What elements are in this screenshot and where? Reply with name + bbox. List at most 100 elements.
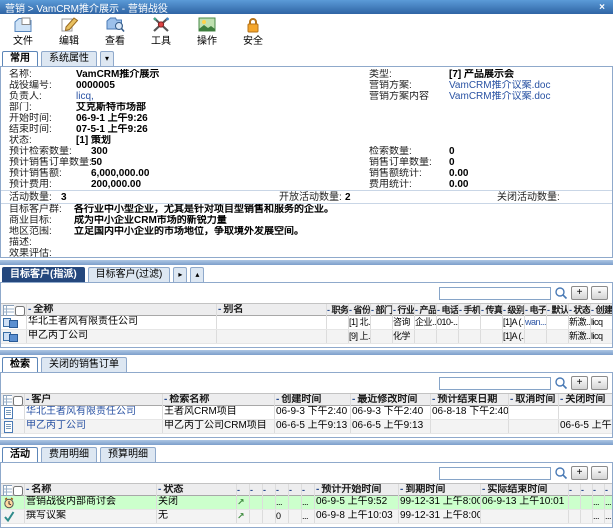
- table-row[interactable]: 营销战役内部商讨会关闭↗......06-9-5 上午9:5299-12-31 …: [1, 496, 612, 510]
- remove-button[interactable]: -: [591, 376, 608, 390]
- search-icon[interactable]: [554, 376, 568, 390]
- scroll-right-icon[interactable]: ▸: [173, 267, 187, 282]
- add-button[interactable]: +: [571, 376, 588, 390]
- field-label: 检索数量:: [369, 146, 449, 157]
- search-input[interactable]: [439, 377, 551, 390]
- tab-expense-details[interactable]: 费用明细: [41, 447, 97, 462]
- field-value: 07-5-1 上午9:26: [76, 124, 148, 135]
- field-value-link[interactable]: VamCRM推介议案.doc: [449, 80, 551, 91]
- field-label: 商业目标:: [9, 215, 74, 226]
- target-accounts-table: -全称-别名-职务-省份-部门-行业-产品-电话-手机-传真-级别-电子-默认-…: [1, 303, 612, 344]
- campaign-form: 名称:VamCRM推介展示战役编号:0000005负责人:licq,部门:艾克斯…: [0, 66, 613, 258]
- scroll-up-icon[interactable]: ▴: [190, 267, 204, 282]
- select-all-checkbox[interactable]: [15, 306, 25, 316]
- file-icon: [13, 16, 33, 36]
- tab-overflow-icon[interactable]: ▾: [100, 51, 114, 66]
- cell: 化学: [393, 330, 415, 343]
- search-tabs: 检索 关闭的销售订单: [0, 357, 613, 372]
- table-row[interactable]: 华北王者风有限责任公司王者风CRM项目06-9-3 下午2:4006-9-3 下…: [1, 406, 612, 420]
- field-value-link[interactable]: licq,: [76, 91, 94, 102]
- remove-button[interactable]: -: [591, 286, 608, 300]
- cell: 06-9-3 下午2:40: [275, 406, 351, 419]
- cell: 新激...: [569, 330, 591, 343]
- cell: [371, 316, 393, 329]
- operate-icon: [197, 16, 217, 36]
- search-table: -客户-检索名称-创建时间-最近修改时间-预计结束日期-取消时间-关闭时间华北王…: [1, 393, 612, 434]
- field-value: 300: [91, 146, 108, 157]
- alarm-icon: [1, 496, 25, 509]
- add-button[interactable]: +: [571, 286, 588, 300]
- tab-search[interactable]: 检索: [2, 357, 38, 372]
- section-target-accounts: 目标客户(指派) 目标客户(过滤) ▸ ▴ + - -全称-别名-职务-省份-部…: [0, 267, 613, 348]
- cell-link[interactable]: wan...: [525, 317, 546, 327]
- tab-target-accounts-filtered[interactable]: 目标客户(过滤): [88, 267, 171, 282]
- cell: [263, 510, 276, 523]
- cell: 王者风CRM项目: [163, 406, 275, 419]
- cell: wan...: [525, 316, 547, 329]
- cell-link[interactable]: 华北王者风有限责任公司: [26, 406, 136, 417]
- search-icon[interactable]: [554, 286, 568, 300]
- cell: ...: [276, 496, 289, 509]
- field-value: 2: [345, 191, 497, 204]
- field-value: 立足国内中小企业的市场地位，争取境外发展空间。: [74, 226, 304, 237]
- field-value: 06-9-1 上午9:26: [76, 113, 148, 124]
- edit-icon: [59, 16, 79, 36]
- search-input[interactable]: [439, 287, 551, 300]
- tab-activities[interactable]: 活动: [2, 447, 38, 462]
- cell: 010-...: [437, 316, 459, 329]
- field-label: 名称:: [9, 69, 76, 80]
- field-value: 50: [91, 157, 102, 168]
- cell: ...: [302, 496, 315, 509]
- table-row[interactable]: 华北王者风有限责任公司[1] 北...咨询企业...010-...[1]A (.…: [1, 316, 612, 330]
- field-value: 3: [61, 191, 279, 204]
- remove-button[interactable]: -: [591, 466, 608, 480]
- tab-target-accounts-assigned[interactable]: 目标客户(指派): [2, 267, 85, 282]
- search-input[interactable]: [439, 467, 551, 480]
- cell: ...: [593, 510, 605, 523]
- field-value: 0: [449, 146, 455, 157]
- select-all-checkbox[interactable]: [13, 486, 23, 496]
- field-value: 各行业中小型企业，尤其是针对项目型销售和服务的企业。: [74, 204, 334, 215]
- cell: [289, 510, 302, 523]
- check-icon: [1, 510, 25, 523]
- cell: [581, 496, 593, 509]
- close-icon[interactable]: ×: [596, 2, 608, 13]
- cell: [581, 510, 593, 523]
- cell: 06-6-5 上午9:13: [275, 420, 351, 433]
- stats-left-column: 预计检索数量:300预计销售订单数量:50预计销售额:6,000,000.00预…: [9, 146, 364, 190]
- list-toolbar: + -: [1, 373, 612, 393]
- select-all-checkbox[interactable]: [13, 396, 23, 406]
- view-button[interactable]: 查看: [100, 16, 130, 47]
- cell: [1]A (...: [503, 316, 525, 329]
- file-button[interactable]: 文件: [8, 16, 38, 47]
- field-value: 成为中小企业CRM市场的新锐力量: [74, 215, 227, 226]
- edit-button[interactable]: 编辑: [54, 16, 84, 47]
- table-row[interactable]: 甲乙丙丁公司[9] 上...化学[1]A (...新激...licq: [1, 330, 612, 344]
- cell: 营销战役内部商讨会: [25, 496, 157, 509]
- tab-system-properties[interactable]: 系统属性: [41, 51, 97, 66]
- cell: 咨询: [393, 316, 415, 329]
- tools-button[interactable]: 工具: [146, 16, 176, 47]
- operate-button[interactable]: 操作: [192, 16, 222, 47]
- field-label: 地区范围:: [9, 226, 74, 237]
- target-accounts-tabs: 目标客户(指派) 目标客户(过滤) ▸ ▴: [0, 267, 613, 282]
- tab-common[interactable]: 常用: [2, 51, 38, 66]
- tab-closed-sales-orders[interactable]: 关闭的销售订单: [41, 357, 127, 372]
- cell: [481, 510, 569, 523]
- cell: [559, 406, 612, 419]
- table-row[interactable]: 甲乙丙丁公司甲乙丙丁公司CRM项目06-6-5 上午9:1306-6-5 上午9…: [1, 420, 612, 434]
- field-label: 销售订单数量:: [369, 157, 449, 168]
- security-button[interactable]: 安全: [238, 16, 268, 47]
- account-icon: [1, 316, 27, 329]
- table-row[interactable]: 撰写议案无↗0...06-9-8 上午10:0399-12-31 上午8:00.…: [1, 510, 612, 524]
- add-button[interactable]: +: [571, 466, 588, 480]
- tab-budget-details[interactable]: 预算明细: [100, 447, 156, 462]
- field-value-link[interactable]: VamCRM推介议案.doc: [449, 91, 551, 102]
- cell: [289, 496, 302, 509]
- title-bar: 营销 > VamCRM推介展示 - 营销战役 ×: [0, 0, 613, 14]
- cell: 06-9-8 上午10:03: [315, 510, 399, 523]
- cell: 甲乙丙丁公司CRM项目: [163, 420, 275, 433]
- cell-link[interactable]: 甲乙丙丁公司: [26, 420, 86, 431]
- search-icon[interactable]: [554, 466, 568, 480]
- cell: ...: [302, 510, 315, 523]
